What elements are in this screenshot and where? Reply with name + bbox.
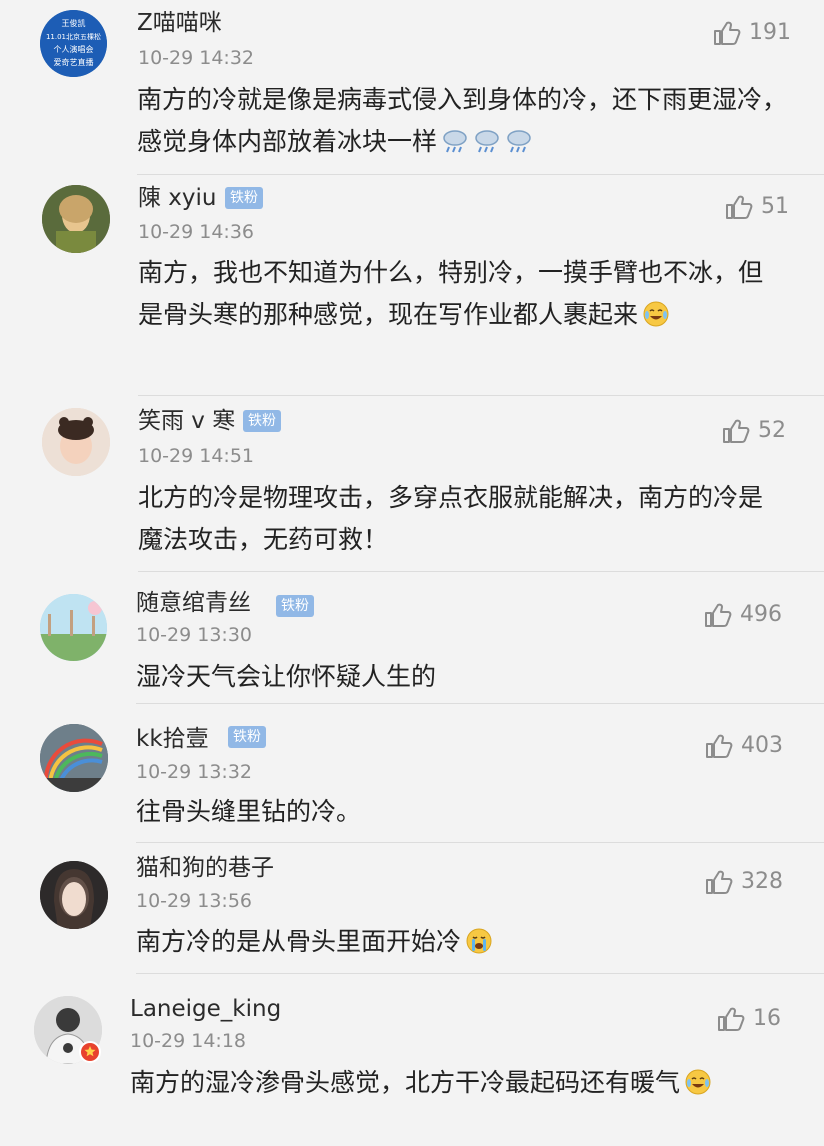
like-count: 328 — [741, 869, 783, 894]
thumbs-up-icon — [706, 870, 733, 894]
like-button[interactable]: 191 — [713, 18, 809, 48]
avatar[interactable]: 王俊凯 11.01北京五棵松 个人演唱会 爱奇艺直播 — [40, 10, 107, 77]
username[interactable]: 随意绾青丝 — [136, 588, 251, 618]
avatar[interactable] — [40, 861, 108, 929]
comment-text: 往骨头缝里钻的冷。 — [136, 791, 776, 833]
timestamp: 10-29 13:32 — [136, 761, 253, 783]
comment-text: 南方冷的是从骨头里面开始冷 — [136, 921, 776, 963]
avatar-caption-2: 11.01北京五棵松 — [46, 32, 101, 41]
fan-badge: 铁粉 — [225, 187, 263, 209]
username[interactable]: 笑雨 v 寒 — [138, 406, 235, 436]
comment-item: 猫和狗的巷子 10-29 13:56 328 南方冷的是从骨头里面开始冷 — [0, 843, 824, 974]
thumbs-up-icon — [705, 603, 732, 627]
comment-feed: 王俊凯 11.01北京五棵松 个人演唱会 爱奇艺直播 Z喵喵咪 10-29 14… — [0, 0, 824, 1146]
avatar-caption-1: 王俊凯 — [62, 18, 86, 28]
comment-item: Laneige_king 10-29 14:18 16 南方的湿冷渗骨头感觉，北… — [0, 974, 824, 1146]
username[interactable]: Z喵喵咪 — [137, 8, 222, 38]
thumbs-up-icon — [714, 21, 741, 45]
avatar[interactable] — [42, 185, 110, 253]
username[interactable]: 陳 xyiu — [138, 183, 217, 213]
like-button[interactable]: 16 — [717, 1004, 813, 1034]
timestamp: 10-29 14:32 — [138, 47, 255, 69]
avatar[interactable] — [40, 724, 108, 792]
rain-cloud-icon — [507, 130, 531, 153]
like-count: 51 — [761, 194, 789, 219]
laughing-tears-icon — [685, 1069, 711, 1095]
like-count: 52 — [758, 418, 786, 443]
timestamp: 10-29 14:51 — [138, 445, 255, 467]
thumbs-up-icon — [726, 195, 753, 219]
avatar-caption-4: 爱奇艺直播 — [54, 57, 94, 67]
crying-face-icon — [466, 928, 492, 954]
comment-item: 随意绾青丝 铁粉 10-29 13:30 496 湿冷天气会让你怀疑人生的 — [0, 572, 824, 704]
fan-badge: 铁粉 — [243, 410, 281, 432]
like-count: 403 — [741, 733, 783, 758]
comment-text-body: 南方冷的是从骨头里面开始冷 — [136, 927, 462, 956]
comment-text-body: 往骨头缝里钻的冷。 — [136, 797, 362, 826]
timestamp: 10-29 13:56 — [136, 890, 253, 912]
avatar-caption-3: 个人演唱会 — [54, 44, 94, 54]
avatar[interactable] — [42, 408, 110, 476]
avatar-image — [40, 861, 108, 929]
avatar-image: 王俊凯 11.01北京五棵松 个人演唱会 爱奇艺直播 — [40, 10, 107, 77]
thumbs-up-icon — [706, 734, 733, 758]
like-button[interactable]: 328 — [705, 867, 801, 897]
laughing-tears-icon — [643, 301, 669, 327]
thumbs-up-icon — [718, 1007, 745, 1031]
avatar-image — [42, 408, 110, 476]
like-count: 496 — [740, 602, 782, 627]
rain-cloud-icon — [443, 130, 467, 153]
comment-text: 南方的冷就是像是病毒式侵入到身体的冷，还下雨更湿冷，感觉身体内部放着冰块一样 — [137, 79, 797, 163]
comment-text-body: 北方的冷是物理攻击，多穿点衣服就能解决，南方的冷是魔法攻击，无药可救！ — [138, 483, 764, 554]
like-count: 191 — [749, 20, 791, 45]
comment-text-body: 湿冷天气会让你怀疑人生的 — [136, 662, 437, 691]
avatar-image — [40, 724, 108, 792]
comment-item: 笑雨 v 寒 铁粉 10-29 14:51 52 北方的冷是物理攻击，多穿点衣服… — [0, 396, 824, 572]
comment-text: 北方的冷是物理攻击，多穿点衣服就能解决，南方的冷是魔法攻击，无药可救！ — [138, 477, 778, 561]
avatar[interactable] — [40, 594, 107, 661]
comment-item: kk拾壹 铁粉 10-29 13:32 403 往骨头缝里钻的冷。 — [0, 704, 824, 843]
fan-badge: 铁粉 — [276, 595, 314, 617]
avatar-image — [42, 185, 110, 253]
timestamp: 10-29 14:36 — [138, 221, 255, 243]
comment-text: 湿冷天气会让你怀疑人生的 — [136, 656, 776, 698]
username[interactable]: Laneige_king — [130, 994, 281, 1024]
rain-cloud-icon — [475, 130, 499, 153]
fan-badge: 铁粉 — [228, 726, 266, 748]
comment-text-body: 南方的湿冷渗骨头感觉，北方干冷最起码还有暖气 — [130, 1068, 681, 1097]
verified-badge-icon — [79, 1041, 101, 1063]
timestamp: 10-29 13:30 — [136, 624, 253, 646]
username[interactable]: kk拾壹 — [136, 724, 209, 754]
like-button[interactable]: 52 — [722, 416, 818, 446]
username[interactable]: 猫和狗的巷子 — [136, 853, 274, 883]
thumbs-up-icon — [723, 419, 750, 443]
like-button[interactable]: 496 — [704, 600, 800, 630]
comment-item: 陳 xyiu 铁粉 10-29 14:36 51 南方，我也不知道为什么，特别冷… — [0, 175, 824, 396]
timestamp: 10-29 14:18 — [130, 1030, 247, 1052]
avatar-image — [40, 594, 107, 661]
comment-text: 南方的湿冷渗骨头感觉，北方干冷最起码还有暖气 — [130, 1062, 780, 1104]
like-button[interactable]: 403 — [705, 731, 801, 761]
like-count: 16 — [753, 1006, 781, 1031]
comment-item: 王俊凯 11.01北京五棵松 个人演唱会 爱奇艺直播 Z喵喵咪 10-29 14… — [0, 0, 824, 175]
like-button[interactable]: 51 — [725, 192, 821, 222]
comment-text: 南方，我也不知道为什么，特别冷，一摸手臂也不冰，但是骨头寒的那种感觉，现在写作业… — [138, 252, 783, 336]
